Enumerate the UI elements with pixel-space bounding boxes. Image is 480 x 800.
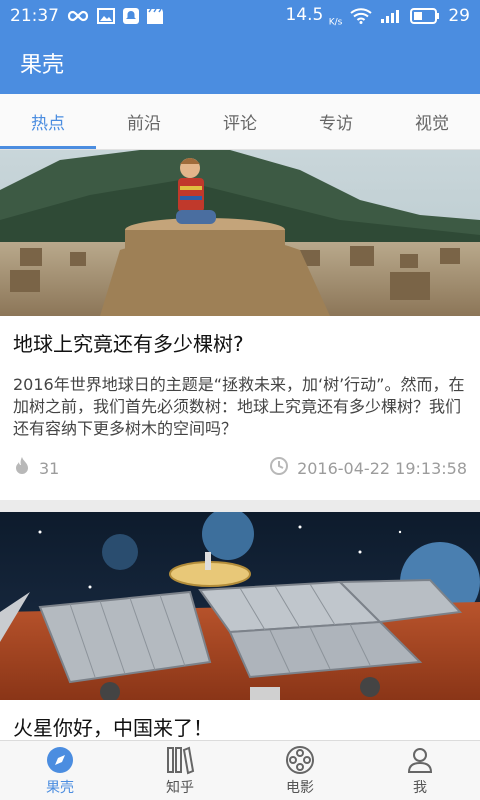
nav-label: 电影 <box>286 779 314 796</box>
app-notification-icon <box>123 8 139 24</box>
mars-rover-photo[interactable] <box>0 512 480 700</box>
nav-zhihu[interactable]: 知乎 <box>120 741 240 800</box>
compass-icon <box>45 745 75 775</box>
network-speed-unit: K/s <box>328 17 343 28</box>
status-time: 21:37 <box>10 6 59 26</box>
article-card[interactable]: 地球上究竟还有多少棵树? 2016年世界地球日的主题是“拯救未来，加‘树’行动”… <box>0 150 480 500</box>
like-count: 31 <box>39 458 60 478</box>
bottom-navigation: 果壳 知乎 电影 我 <box>0 740 480 800</box>
nav-label: 果壳 <box>46 779 74 796</box>
article-summary: 2016年世界地球日的主题是“拯救未来，加‘树’行动”。然而，在加树之前，我们首… <box>13 375 465 438</box>
infinity-icon <box>67 9 89 23</box>
battery-icon <box>410 7 440 24</box>
network-speed-value: 14.5 <box>285 4 324 25</box>
image-notification-icon <box>97 8 115 24</box>
film-reel-icon <box>285 745 315 775</box>
article-card[interactable]: 火星你好，中国来了！ <box>0 512 480 740</box>
person-icon <box>405 745 435 775</box>
article-title[interactable]: 火星你好，中国来了！ <box>0 700 480 740</box>
books-icon <box>165 745 195 775</box>
nav-me[interactable]: 我 <box>360 741 480 800</box>
nav-guokr[interactable]: 果壳 <box>0 741 120 800</box>
network-speed: 14.5 K/s <box>285 5 342 27</box>
status-bar: 21:37 14.5 K/s 29 <box>0 0 480 32</box>
tab-hot[interactable]: 热点 <box>0 94 96 149</box>
tree-stump-photo[interactable] <box>0 150 480 316</box>
battery-level: 29 <box>448 5 470 26</box>
tab-interview[interactable]: 专访 <box>288 94 384 149</box>
publish-date: 2016-04-22 19:13:58 <box>297 458 467 478</box>
flame-icon <box>13 456 31 480</box>
nav-movie[interactable]: 电影 <box>240 741 360 800</box>
tab-visual[interactable]: 视觉 <box>384 94 480 149</box>
clapper-icon <box>147 8 163 24</box>
category-tabs: 热点 前沿 评论 专访 视觉 <box>0 94 480 150</box>
tab-frontier[interactable]: 前沿 <box>96 94 192 149</box>
app-bar: 果壳 <box>0 32 480 94</box>
wifi-icon <box>350 8 372 24</box>
article-feed[interactable]: 地球上究竟还有多少棵树? 2016年世界地球日的主题是“拯救未来，加‘树’行动”… <box>0 150 480 740</box>
signal-icon <box>380 8 402 24</box>
nav-label: 我 <box>413 779 427 796</box>
app-title: 果壳 <box>20 53 65 78</box>
article-meta: 31 2016-04-22 19:13:58 <box>0 440 480 500</box>
article-title[interactable]: 地球上究竟还有多少棵树? <box>0 316 480 358</box>
nav-label: 知乎 <box>166 779 194 796</box>
tab-review[interactable]: 评论 <box>192 94 288 149</box>
clock-icon <box>269 456 289 480</box>
